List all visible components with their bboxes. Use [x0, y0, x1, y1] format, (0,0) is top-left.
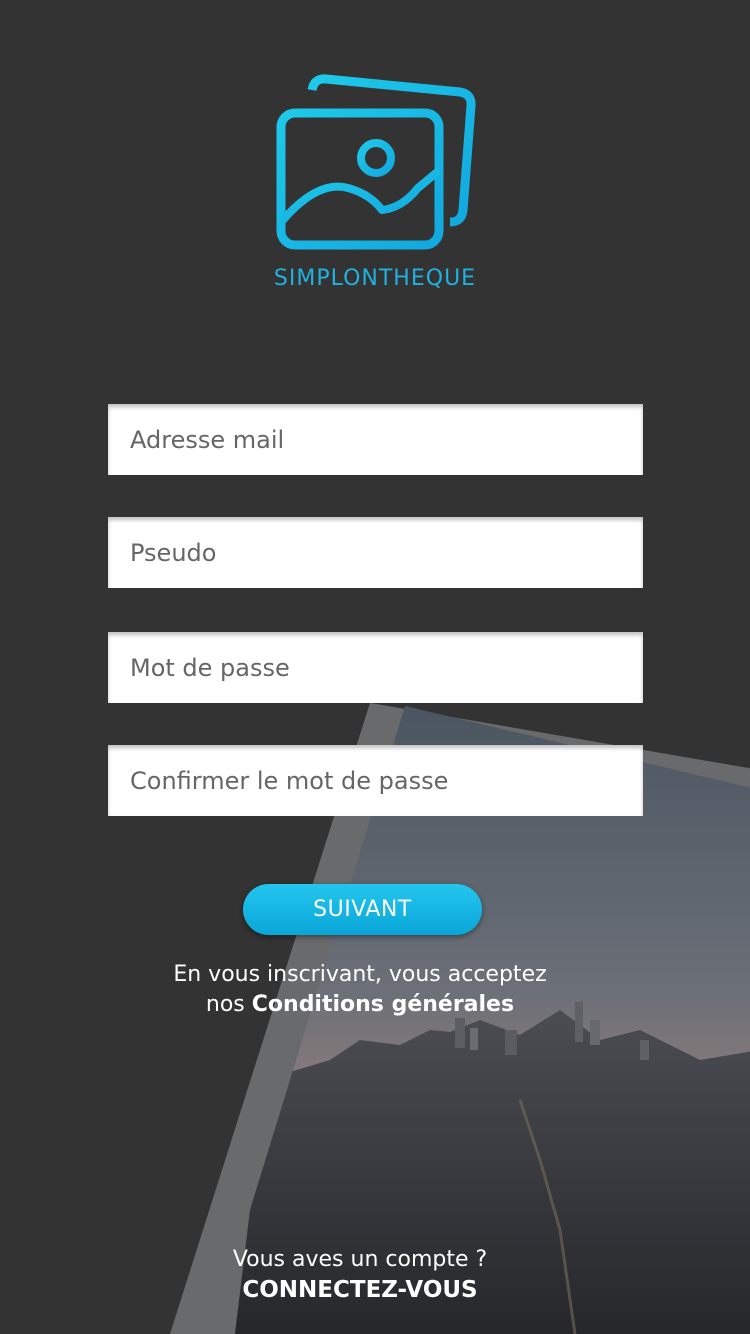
terms-text: En vous inscrivant, vous acceptez nos Co… — [0, 960, 720, 1020]
confirm-password-field[interactable] — [108, 745, 643, 816]
terms-line: En vous inscrivant, vous acceptez — [173, 962, 547, 987]
photos-stack-icon — [276, 74, 476, 250]
login-question: Vous aves un compte ? — [232, 1247, 488, 1272]
next-button[interactable]: SUIVANT — [243, 884, 482, 935]
terms-line-2: nos Conditions générales — [0, 990, 720, 1020]
email-field[interactable] — [108, 404, 643, 475]
app-logo: SIMPLONTHEQUE — [0, 70, 750, 291]
pseudo-field[interactable] — [108, 517, 643, 588]
login-prompt: Vous aves un compte ? CONNECTEZ-VOUS — [0, 1245, 720, 1305]
password-field[interactable] — [108, 632, 643, 703]
terms-prefix: nos — [205, 992, 252, 1017]
terms-link[interactable]: Conditions générales — [252, 992, 514, 1017]
login-link[interactable]: CONNECTEZ-VOUS — [0, 1275, 720, 1305]
app-name: SIMPLONTHEQUE — [273, 266, 477, 291]
